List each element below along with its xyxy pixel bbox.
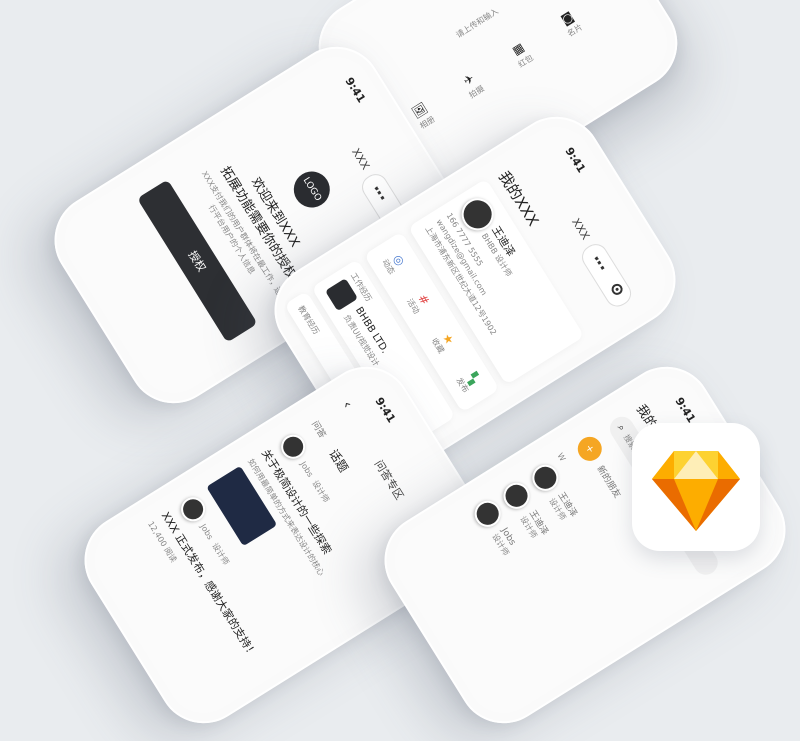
quick-action-favorites[interactable]: ★ 收藏 — [429, 328, 459, 355]
attachment-card[interactable]: ◙ 名片 — [555, 6, 586, 40]
app-logo: LOGO — [287, 164, 337, 215]
quick-action-moments[interactable]: ◎ 动态 — [380, 249, 410, 276]
avatar — [527, 459, 564, 496]
tab-topics[interactable]: 话题 — [325, 446, 352, 475]
attachment-camera[interactable]: ✈ 拍摄 — [457, 67, 488, 101]
education-label: 教育经历 — [296, 304, 321, 337]
tab-qa[interactable]: 问答 — [309, 418, 330, 441]
attachment-redpacket[interactable]: ▦ 红包 — [506, 37, 537, 71]
quick-action-publish[interactable]: ▚ 发布 — [454, 368, 484, 395]
status-time: 9:41 — [372, 395, 398, 426]
post-author: Jobs — [198, 522, 216, 541]
search-icon: ⌕ — [615, 422, 628, 434]
index-letter: W — [555, 451, 568, 463]
new-friends-label: 新的朋友 — [594, 463, 623, 500]
post-role: 设计师 — [210, 541, 232, 567]
avatar — [276, 430, 310, 464]
avatar — [498, 477, 535, 514]
status-time: 9:41 — [672, 395, 698, 426]
sketch-app-icon — [632, 423, 760, 551]
status-time: 9:41 — [562, 145, 588, 176]
attachments-row: 🖼 相册 ✈ 拍摄 ▦ 红包 ◙ 名片 — [407, 6, 585, 132]
post-role: 设计师 — [310, 478, 332, 504]
sketch-diamond-icon — [652, 451, 740, 531]
avatar — [469, 495, 506, 532]
status-time: 9:41 — [342, 75, 368, 106]
post-author: Jobs — [298, 459, 316, 479]
new-friends-icon: + — [573, 432, 607, 466]
avatar — [176, 492, 210, 526]
quick-action-events[interactable]: # 活动 — [405, 289, 435, 316]
attachments-hint: 请上传和输入 — [454, 6, 501, 40]
